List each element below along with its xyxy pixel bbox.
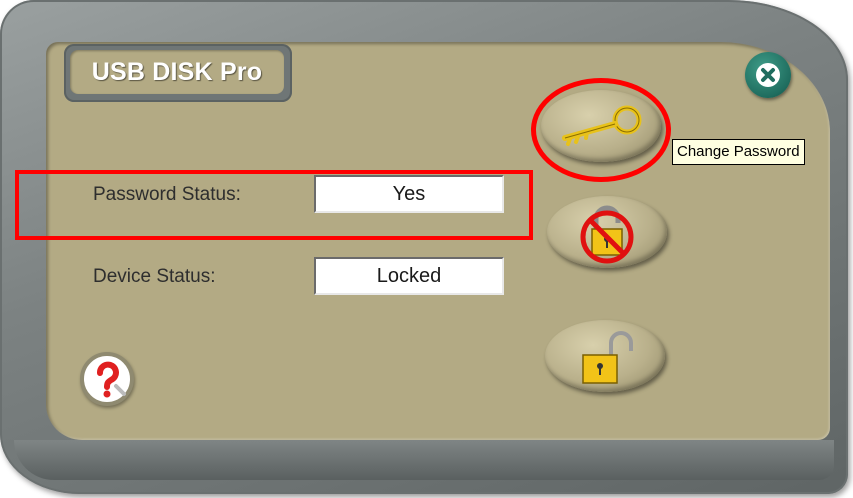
change-password-highlight: [531, 78, 671, 182]
change-password-tooltip: Change Password: [672, 139, 805, 165]
frame-bottom-edge: [14, 440, 834, 480]
close-button[interactable]: [745, 52, 791, 98]
help-button[interactable]: [80, 352, 134, 406]
help-icon: [97, 361, 126, 398]
title-tab: USB DISK Pro: [64, 44, 292, 102]
remove-password-button[interactable]: [547, 196, 667, 268]
device-status-label: Device Status:: [93, 266, 216, 287]
no-lock-icon: [580, 205, 634, 264]
close-icon: [756, 63, 780, 87]
app-title: USB DISK Pro: [91, 57, 263, 86]
title-inner: USB DISK Pro: [70, 50, 284, 94]
device-status-field: Locked: [314, 257, 504, 295]
unlock-icon: [582, 331, 633, 384]
unlock-button[interactable]: [545, 320, 665, 392]
password-status-highlight: [15, 170, 533, 240]
